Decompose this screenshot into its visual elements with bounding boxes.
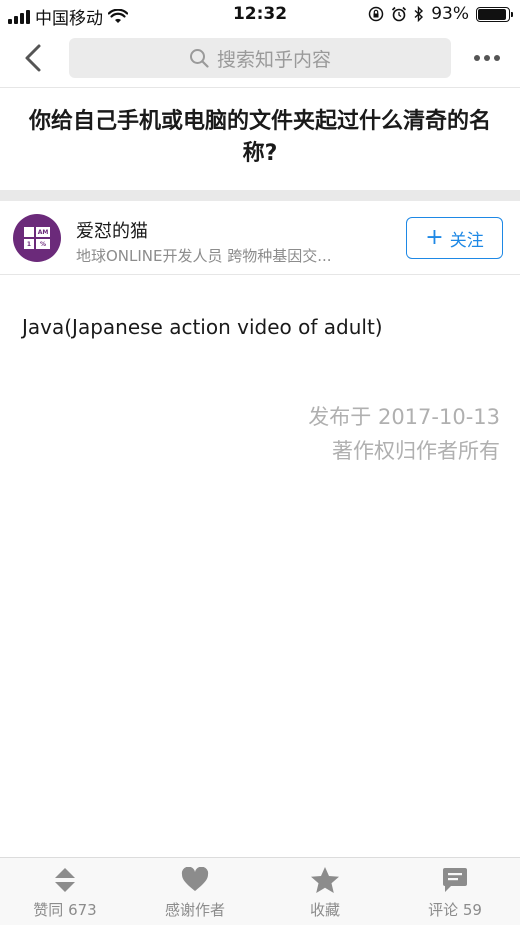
- answer-meta: 发布于 2017-10-13 著作权归作者所有: [308, 400, 500, 468]
- back-button[interactable]: [16, 40, 50, 76]
- thanks-label: 感谢作者: [164, 901, 225, 919]
- search-input[interactable]: 搜索知乎内容: [69, 38, 451, 78]
- plus-icon: +: [425, 225, 444, 250]
- star-icon: [310, 866, 340, 894]
- battery-icon: [476, 6, 513, 22]
- follow-label: 关注: [449, 230, 484, 251]
- copyright-notice: 著作权归作者所有: [332, 439, 500, 463]
- back-arrow-icon: [25, 44, 41, 72]
- comment-label: 评论 59: [428, 901, 482, 919]
- avatar-tile: %: [36, 239, 50, 249]
- upvote-icon: [53, 866, 77, 894]
- battery-percent: 93%: [431, 4, 469, 24]
- status-right: 93%: [368, 4, 513, 24]
- more-icon: [474, 55, 480, 61]
- avatar-tile: 1: [24, 239, 34, 249]
- comment-button[interactable]: 评论 59: [390, 858, 520, 925]
- screen-lock-icon: [368, 6, 384, 22]
- author-row[interactable]: AM 1 % 爱怼的猫 地球ONLINE开发人员 跨物种基因交... + 关注: [0, 201, 520, 275]
- avatar[interactable]: AM 1 %: [13, 214, 61, 262]
- author-name[interactable]: 爱怼的猫: [76, 217, 148, 243]
- comment-icon: [442, 866, 468, 894]
- bluetooth-icon: [414, 6, 424, 22]
- collect-label: 收藏: [309, 901, 340, 919]
- heart-icon: [181, 866, 209, 894]
- nav-bar: 搜索知乎内容: [0, 30, 520, 88]
- question-title[interactable]: 你给自己手机或电脑的文件夹起过什么清奇的名称?: [16, 106, 504, 170]
- upvote-label: 赞同 673: [33, 901, 97, 919]
- alarm-icon: [392, 6, 407, 22]
- search-icon: [189, 49, 209, 68]
- collect-button[interactable]: 收藏: [260, 858, 390, 925]
- author-bio: 地球ONLINE开发人员 跨物种基因交...: [76, 247, 332, 265]
- answer-content: Java(Japanese action video of adult): [22, 315, 383, 339]
- more-icon-dot: [494, 55, 500, 61]
- more-button[interactable]: [470, 44, 504, 72]
- thanks-button[interactable]: 感谢作者: [130, 858, 260, 925]
- status-bar: 中国移动 12:32 93%: [0, 0, 520, 30]
- bottom-action-bar: 赞同 673 感谢作者 收藏 评论 59: [0, 857, 520, 925]
- avatar-tile: AM: [36, 227, 50, 237]
- more-icon-dot: [484, 55, 490, 61]
- search-placeholder: 搜索知乎内容: [216, 48, 331, 71]
- upvote-button[interactable]: 赞同 673: [0, 858, 130, 925]
- avatar-logo: AM 1 %: [24, 227, 50, 249]
- follow-button[interactable]: + 关注: [406, 217, 503, 259]
- avatar-tile: [24, 227, 34, 237]
- publish-date: 发布于 2017-10-13: [308, 405, 500, 429]
- section-divider: [0, 190, 520, 201]
- battery-level: [478, 8, 506, 20]
